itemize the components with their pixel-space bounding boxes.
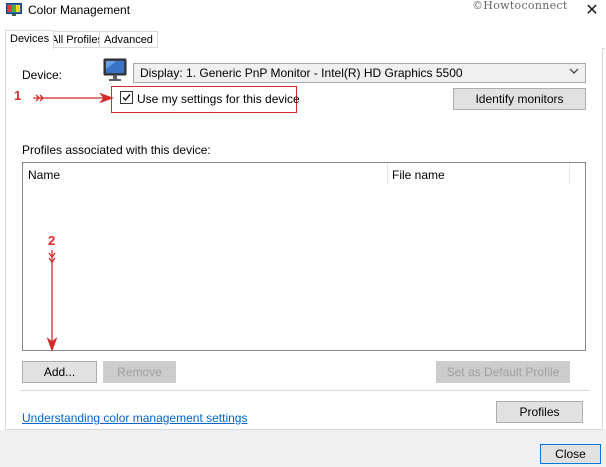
annotation-label-1: 1 — [14, 88, 22, 103]
annotation-arrows — [33, 92, 114, 352]
annotation-label-2: 2 — [48, 233, 56, 248]
tab-devices[interactable]: Devices — [5, 30, 55, 49]
